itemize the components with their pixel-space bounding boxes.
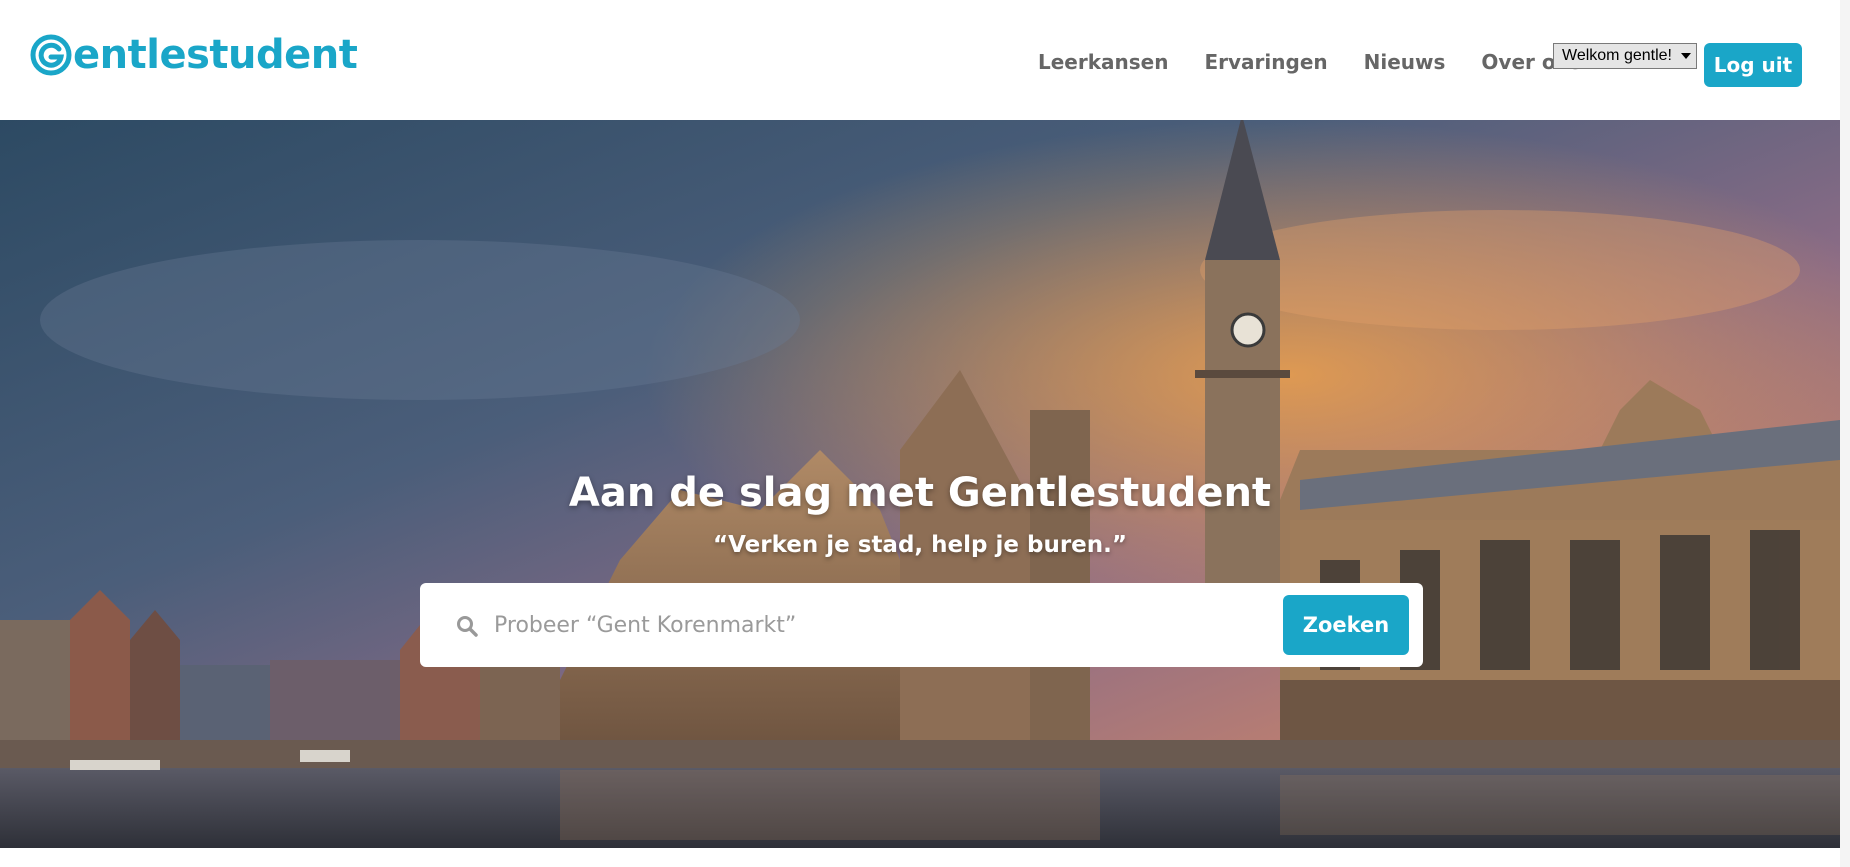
logout-button[interactable]: Log uit — [1704, 43, 1802, 87]
user-menu-label: Welkom gentle! — [1562, 47, 1672, 64]
hero-title: Aan de slag met Gentlestudent — [568, 470, 1272, 516]
user-menu-dropdown[interactable]: Welkom gentle! — [1553, 43, 1697, 69]
page-scrollbar[interactable] — [1840, 0, 1850, 867]
site-header: entlestudent Leerkansen Ervaringen Nieuw… — [0, 0, 1850, 120]
search-bar: Zoeken — [420, 583, 1423, 667]
search-button[interactable]: Zoeken — [1283, 595, 1409, 655]
brand-name: entlestudent — [73, 32, 358, 78]
search-icon — [457, 616, 478, 637]
nav-item-leerkansen[interactable]: Leerkansen — [1020, 44, 1186, 80]
hero-subtitle: “Verken je stad, help je buren.” — [713, 532, 1127, 558]
g-logo-icon — [30, 34, 72, 76]
search-input[interactable] — [494, 601, 1274, 649]
hero-banner: Aan de slag met Gentlestudent “Verken je… — [0, 120, 1840, 848]
main-nav: Leerkansen Ervaringen Nieuws Over ons — [1020, 44, 1600, 80]
chevron-down-icon — [1681, 53, 1691, 59]
brand-logo[interactable]: entlestudent — [30, 30, 358, 80]
nav-item-ervaringen[interactable]: Ervaringen — [1186, 44, 1345, 80]
nav-item-nieuws[interactable]: Nieuws — [1346, 44, 1464, 80]
